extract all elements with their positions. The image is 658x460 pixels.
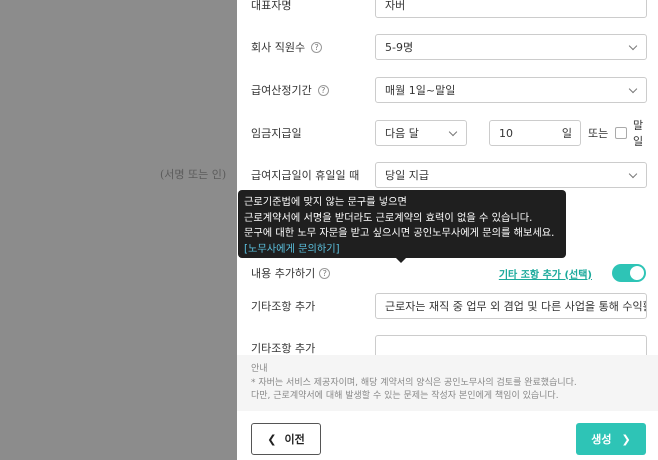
chevron-left-icon: ❮ bbox=[267, 432, 277, 446]
pay-period-label: 급여산정기간? bbox=[251, 82, 329, 98]
chevron-right-icon: ❯ bbox=[621, 432, 631, 446]
last-day-label: 말일 bbox=[633, 119, 644, 148]
extra-clause-row-1: 기타조항 추가 근로자는 재직 중 업무 외 겸업 및 다른 사업을 통해 수익… bbox=[251, 293, 647, 319]
signature-placeholder: (서명 또는 인) bbox=[160, 168, 227, 181]
pay-day-value: 10 bbox=[499, 126, 513, 140]
labor-attorney-link[interactable]: [노무사에게 문의하기] bbox=[244, 244, 340, 255]
or-text: 또는 bbox=[588, 127, 609, 140]
extra-clause-label-1: 기타조항 추가 bbox=[251, 300, 316, 313]
notice-title: 안내 bbox=[251, 364, 268, 374]
holiday-pay-select-value: 당일 지급 bbox=[385, 169, 429, 182]
representative-row: 대표자명 자버 bbox=[251, 0, 647, 18]
representative-input[interactable]: 자버 bbox=[375, 0, 647, 18]
create-button[interactable]: 생성 ❯ bbox=[576, 423, 646, 455]
extra-clause-toggle[interactable] bbox=[612, 264, 646, 282]
pay-day-month-select[interactable]: 다음 달 bbox=[375, 120, 467, 146]
prev-button-label: 이전 bbox=[284, 433, 305, 446]
pay-day-unit: 일 bbox=[561, 127, 572, 140]
pay-day-label: 임금지급일 bbox=[251, 127, 302, 140]
help-icon[interactable]: ? bbox=[317, 84, 329, 96]
pay-day-row: 임금지급일 다음 달 10 일 또는 말일 bbox=[251, 119, 646, 148]
pay-period-select[interactable]: 매월 1일~말일 bbox=[375, 77, 647, 103]
help-icon[interactable]: ? bbox=[311, 41, 323, 53]
tooltip-line-3: 문구에 대한 노무 자문을 받고 싶으시면 공인노무사에게 문의를 해보세요. bbox=[244, 228, 555, 239]
employees-label: 회사 직원수? bbox=[251, 39, 323, 55]
extra-clause-label-2: 기타조항 추가 bbox=[251, 342, 316, 355]
tooltip-line-1: 근로기준법에 맞지 않는 문구를 넣으면 bbox=[244, 197, 407, 208]
create-button-label: 생성 bbox=[591, 433, 612, 446]
help-icon[interactable]: ? bbox=[319, 267, 331, 279]
employees-row: 회사 직원수? 5-9명 bbox=[251, 34, 647, 60]
pay-day-input[interactable]: 10 일 bbox=[489, 120, 581, 146]
pay-period-row: 급여산정기간? 매월 1일~말일 bbox=[251, 77, 647, 103]
toggle-knob bbox=[630, 266, 644, 280]
extra-clause-input-1[interactable]: 근로자는 재직 중 업무 외 겸업 및 다른 사업을 통해 수익활동 bbox=[375, 293, 647, 319]
extra-clause-toggle-link[interactable]: 기타 조항 추가 (선택) bbox=[499, 266, 592, 281]
holiday-pay-select[interactable]: 당일 지급 bbox=[375, 162, 647, 188]
add-content-row: 내용 추가하기? 기타 조항 추가 (선택) bbox=[251, 260, 646, 286]
tooltip-line-2: 근로계약서에 서명을 받더라도 근로계약의 효력이 없을 수 있습니다. bbox=[244, 212, 533, 224]
holiday-pay-label: 급여지급일이 휴일일 때 bbox=[251, 169, 360, 182]
notice-line-1: * 자버는 서비스 제공자이며, 해당 계약서의 양식은 공인노무사의 검토를 … bbox=[251, 377, 577, 388]
prev-button[interactable]: ❮ 이전 bbox=[251, 423, 321, 455]
notice-box: 안내 * 자버는 서비스 제공자이며, 해당 계약서의 양식은 공인노무사의 검… bbox=[237, 355, 658, 411]
last-day-checkbox[interactable] bbox=[615, 127, 627, 139]
holiday-pay-row: 급여지급일이 휴일일 때 당일 지급 bbox=[251, 162, 647, 188]
add-content-label: 내용 추가하기? bbox=[251, 265, 331, 281]
employees-select-value: 5-9명 bbox=[385, 41, 414, 54]
employees-select[interactable]: 5-9명 bbox=[375, 34, 647, 60]
pay-day-month-value: 다음 달 bbox=[385, 127, 419, 140]
representative-label: 대표자명 bbox=[251, 0, 292, 12]
labor-law-tooltip: 근로기준법에 맞지 않는 문구를 넣으면 근로계약서에 서명을 받더라도 근로계… bbox=[238, 190, 566, 263]
employees-label-text: 회사 직원수 bbox=[251, 41, 306, 54]
pay-period-select-value: 매월 1일~말일 bbox=[385, 84, 456, 97]
pay-period-label-text: 급여산정기간 bbox=[251, 84, 312, 97]
footer-bar: ❮ 이전 생성 ❯ bbox=[237, 411, 658, 460]
add-content-label-text: 내용 추가하기 bbox=[251, 267, 316, 280]
notice-line-2: 다만, 근로계약서에 대해 발생할 수 있는 문제는 작성자 본인에게 책임이 … bbox=[251, 391, 559, 401]
